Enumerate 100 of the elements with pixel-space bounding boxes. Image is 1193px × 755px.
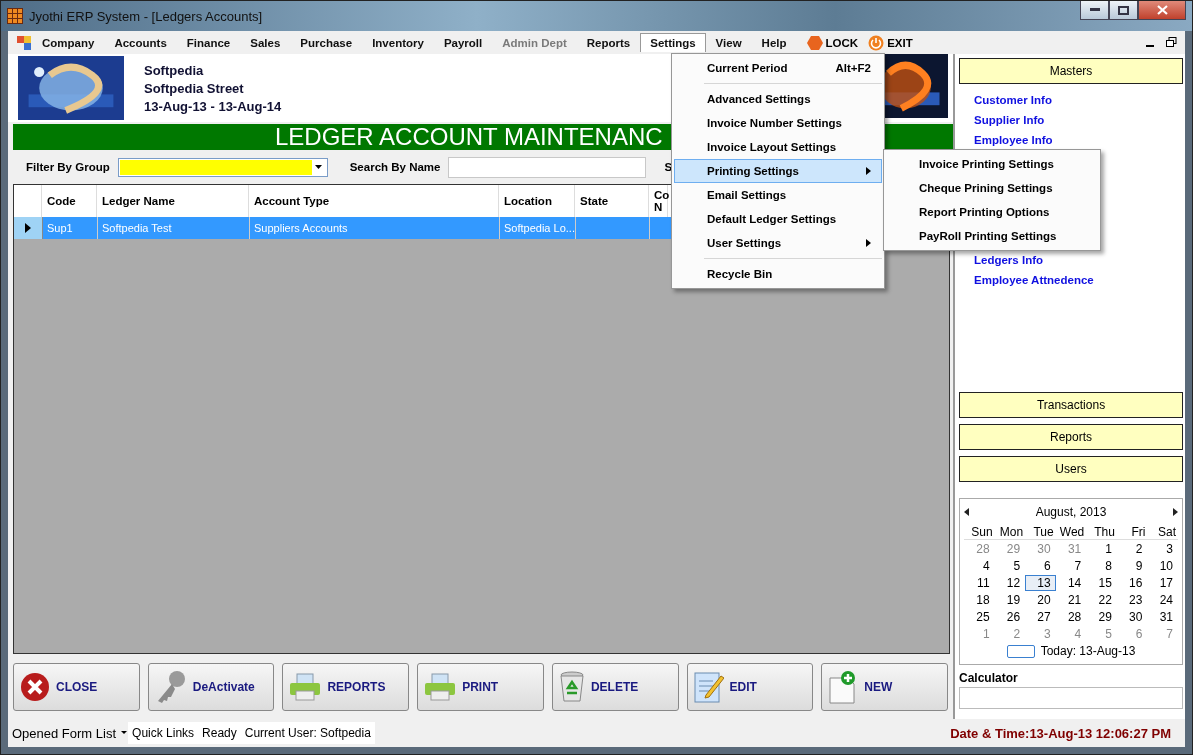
printer-icon	[424, 673, 457, 701]
menu-option[interactable]: Invoice Number Settings	[674, 111, 882, 135]
calendar-day[interactable]: 21	[1055, 592, 1087, 608]
calendar-day[interactable]: 2	[1116, 541, 1148, 557]
today-marker	[1006, 644, 1035, 658]
menu-item[interactable]: Purchase	[290, 32, 363, 53]
menu-item[interactable]: Inventory	[362, 32, 434, 53]
previous-month-icon[interactable]	[964, 508, 969, 516]
calendar-day[interactable]: 28	[1055, 609, 1087, 625]
menu-option[interactable]: Printing Settings	[674, 159, 882, 183]
menu-item[interactable]: Payroll	[433, 32, 493, 53]
menu-item[interactable]: Company	[32, 32, 105, 53]
section-button[interactable]: Users	[959, 456, 1183, 482]
section-button[interactable]: Transactions	[959, 392, 1183, 418]
calendar-day[interactable]: 28	[964, 541, 995, 557]
search-field[interactable]	[448, 156, 647, 178]
calendar-day[interactable]: 18	[964, 592, 995, 608]
calendar-day[interactable]: 25	[964, 609, 995, 625]
app-menu-icon[interactable]	[16, 34, 32, 51]
menu-item[interactable]: Finance	[176, 32, 241, 53]
form-list-dropdown[interactable]: Opened Form List	[8, 725, 121, 741]
restore-icon[interactable]	[1166, 37, 1177, 48]
weekday-label: Thu	[1086, 525, 1117, 540]
calendar-day[interactable]: 7	[1147, 626, 1178, 642]
maximize-button[interactable]	[1109, 1, 1138, 20]
calendar-day[interactable]: 9	[1116, 558, 1148, 574]
calendar-day[interactable]: 16	[1116, 575, 1148, 591]
sidebar-link[interactable]: Customer Info	[974, 94, 1052, 106]
menu-item[interactable]: View	[705, 32, 752, 53]
action-button[interactable]: CLOSE	[13, 663, 140, 711]
action-button[interactable]: DELETE	[551, 663, 679, 711]
calendar-day[interactable]: 24	[1147, 592, 1178, 608]
sidebar-link[interactable]: Supplier Info	[974, 114, 1045, 126]
sidebar-link[interactable]: Employee Attnedence	[974, 274, 1094, 286]
calendar-day[interactable]: 19	[994, 592, 1026, 608]
menu-option[interactable]: Cheque Prining Settings	[886, 176, 1098, 200]
action-button[interactable]: PRINT	[417, 663, 544, 711]
calendar-day[interactable]: 15	[1086, 575, 1117, 591]
calendar-day[interactable]: 27	[1025, 609, 1056, 625]
caret-icon[interactable]	[120, 730, 129, 736]
calendar-day[interactable]: 29	[1086, 609, 1117, 625]
date-time: Date & Time:13-Aug-13 12:06:27 PM	[949, 725, 1172, 741]
calendar-day[interactable]: 22	[1086, 592, 1117, 608]
masters-button[interactable]: Masters	[959, 58, 1183, 84]
calendar-day[interactable]: 31	[1055, 541, 1087, 557]
calendar-day[interactable]: 29	[994, 541, 1026, 557]
calendar-day[interactable]: 30	[1116, 609, 1148, 625]
calendar-day[interactable]: 5	[994, 558, 1026, 574]
menu-item[interactable]: Settings	[640, 33, 706, 52]
calendar-day[interactable]: 20	[1025, 592, 1056, 608]
calendar-day[interactable]: 7	[1055, 558, 1087, 574]
calendar-day[interactable]: 3	[1025, 626, 1056, 642]
menu-item[interactable]: Reports	[576, 32, 641, 53]
today-label[interactable]: Today: 13-Aug-13	[1040, 644, 1136, 658]
calendar-day[interactable]: 6	[1025, 558, 1056, 574]
calendar-day[interactable]: 2	[994, 626, 1026, 642]
quick-links[interactable]: Quick Links	[128, 726, 199, 740]
calendar-day[interactable]: 23	[1116, 592, 1148, 608]
group-dropdown[interactable]	[117, 157, 328, 177]
calendar-day[interactable]: 8	[1086, 558, 1117, 574]
calendar-day[interactable]: 1	[964, 626, 995, 642]
menu-item[interactable]: Accounts	[104, 32, 177, 53]
calendar-day[interactable]: 10	[1147, 558, 1178, 574]
menu-item[interactable]: Help	[751, 32, 797, 53]
menu-option[interactable]: Current Period Alt+F2	[674, 56, 882, 80]
action-button[interactable]: DeActivate	[147, 663, 275, 711]
calendar-day[interactable]: 30	[1025, 541, 1056, 557]
sidebar-link[interactable]: Ledgers Info	[974, 254, 1043, 266]
window-title: Jyothi ERP System - [Ledgers Accounts]	[29, 8, 263, 24]
calendar-day[interactable]: 1	[1086, 541, 1117, 557]
calendar-day[interactable]: 3	[1147, 541, 1178, 557]
minimize-button[interactable]	[1080, 1, 1109, 20]
action-button[interactable]: REPORTS	[282, 663, 410, 711]
menu-action[interactable]: LOCK	[825, 36, 859, 49]
calendar-day[interactable]: 11	[964, 575, 995, 591]
menu-option[interactable]: Invoice Layout Settings	[674, 135, 882, 159]
calendar-day[interactable]: 5	[1086, 626, 1117, 642]
calendar-day[interactable]: 12	[994, 575, 1026, 591]
menu-option[interactable]: Email Settings	[674, 183, 882, 207]
section-button[interactable]: Reports	[959, 424, 1183, 450]
menu-action[interactable]: EXIT	[887, 36, 913, 49]
action-button[interactable]: NEW	[821, 663, 949, 711]
calendar-day[interactable]: 4	[964, 558, 995, 574]
status-text: Ready	[201, 726, 238, 740]
calendar-day[interactable]: 6	[1116, 626, 1148, 642]
menu-option[interactable]: Invoice Printing Settings	[886, 152, 1098, 176]
calendar-day[interactable]: 17	[1147, 575, 1178, 591]
action-button[interactable]: EDIT	[686, 663, 814, 711]
sidebar-link[interactable]: Employee Info	[974, 134, 1053, 146]
next-month-icon[interactable]	[1173, 508, 1178, 516]
calendar-day[interactable]: 13	[1025, 575, 1056, 591]
close-button[interactable]	[1138, 1, 1186, 20]
calendar-day[interactable]: 31	[1147, 609, 1178, 625]
menu-option[interactable]: Advanced Settings	[674, 87, 882, 111]
calendar-day[interactable]: 4	[1055, 626, 1087, 642]
menu-option[interactable]: Recycle Bin	[674, 262, 882, 286]
calendar-day[interactable]: 26	[994, 609, 1026, 625]
menu-item[interactable]: Sales	[240, 32, 291, 53]
calculator-field[interactable]	[959, 687, 1183, 709]
calendar-day[interactable]: 14	[1055, 575, 1087, 591]
